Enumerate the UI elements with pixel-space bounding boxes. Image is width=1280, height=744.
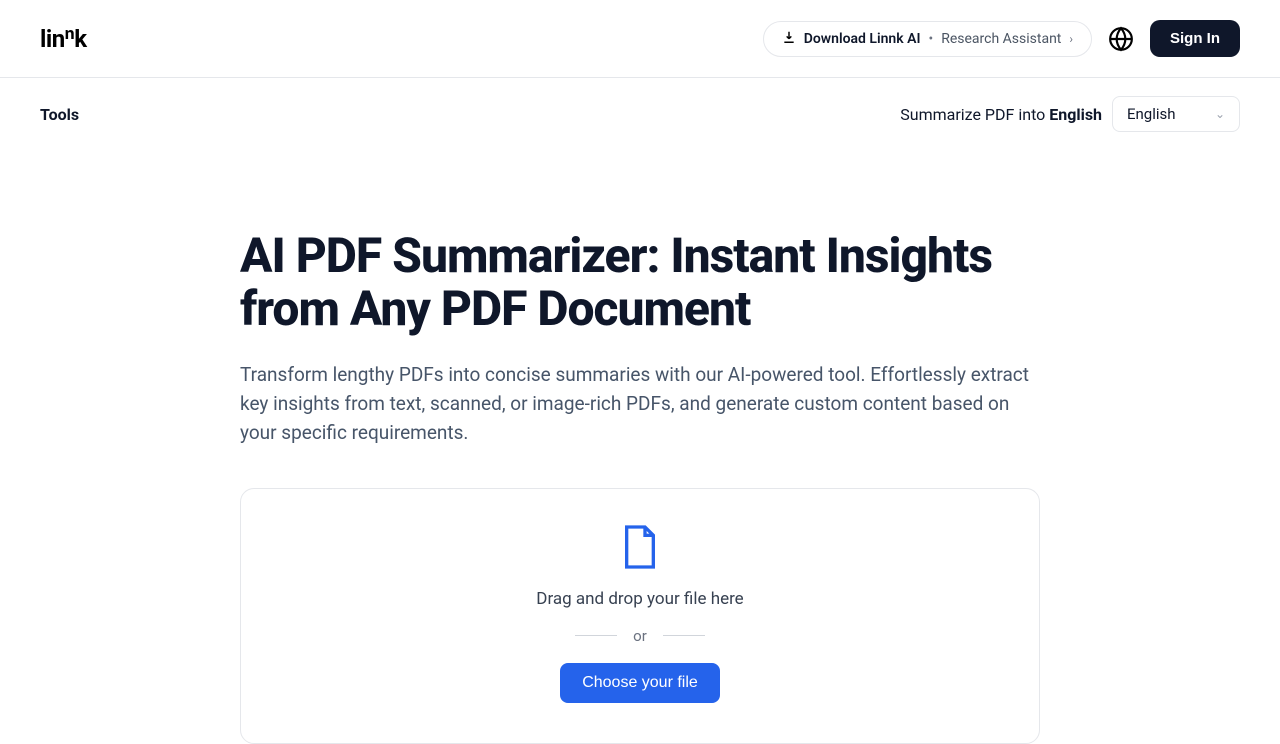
file-icon bbox=[620, 523, 660, 571]
language-selected-value: English bbox=[1127, 105, 1176, 123]
file-dropzone[interactable]: Drag and drop your file here or Choose y… bbox=[240, 488, 1040, 744]
download-icon bbox=[782, 30, 796, 48]
separator-dot: • bbox=[928, 31, 933, 47]
download-research-pill[interactable]: Download Linnk AI • Research Assistant › bbox=[763, 21, 1092, 57]
language-select[interactable]: English ⌄ bbox=[1112, 96, 1240, 132]
page-title: AI PDF Summarizer: Instant Insights from… bbox=[240, 230, 1040, 336]
logo[interactable]: linⁿk bbox=[40, 25, 87, 53]
page-subtitle: Transform lengthy PDFs into concise summ… bbox=[240, 360, 1040, 448]
choose-file-button[interactable]: Choose your file bbox=[560, 663, 720, 703]
chevron-right-icon: › bbox=[1069, 32, 1073, 46]
signin-button[interactable]: Sign In bbox=[1150, 20, 1240, 57]
drag-drop-text: Drag and drop your file here bbox=[536, 589, 743, 609]
research-assistant-label: Research Assistant bbox=[941, 31, 1061, 47]
download-label: Download Linnk AI bbox=[804, 31, 921, 47]
tools-link[interactable]: Tools bbox=[40, 105, 79, 124]
summarize-into-label: Summarize PDF into English bbox=[900, 105, 1102, 124]
chevron-down-icon: ⌄ bbox=[1215, 107, 1225, 121]
or-divider: or bbox=[575, 627, 705, 645]
globe-icon[interactable] bbox=[1108, 26, 1134, 52]
